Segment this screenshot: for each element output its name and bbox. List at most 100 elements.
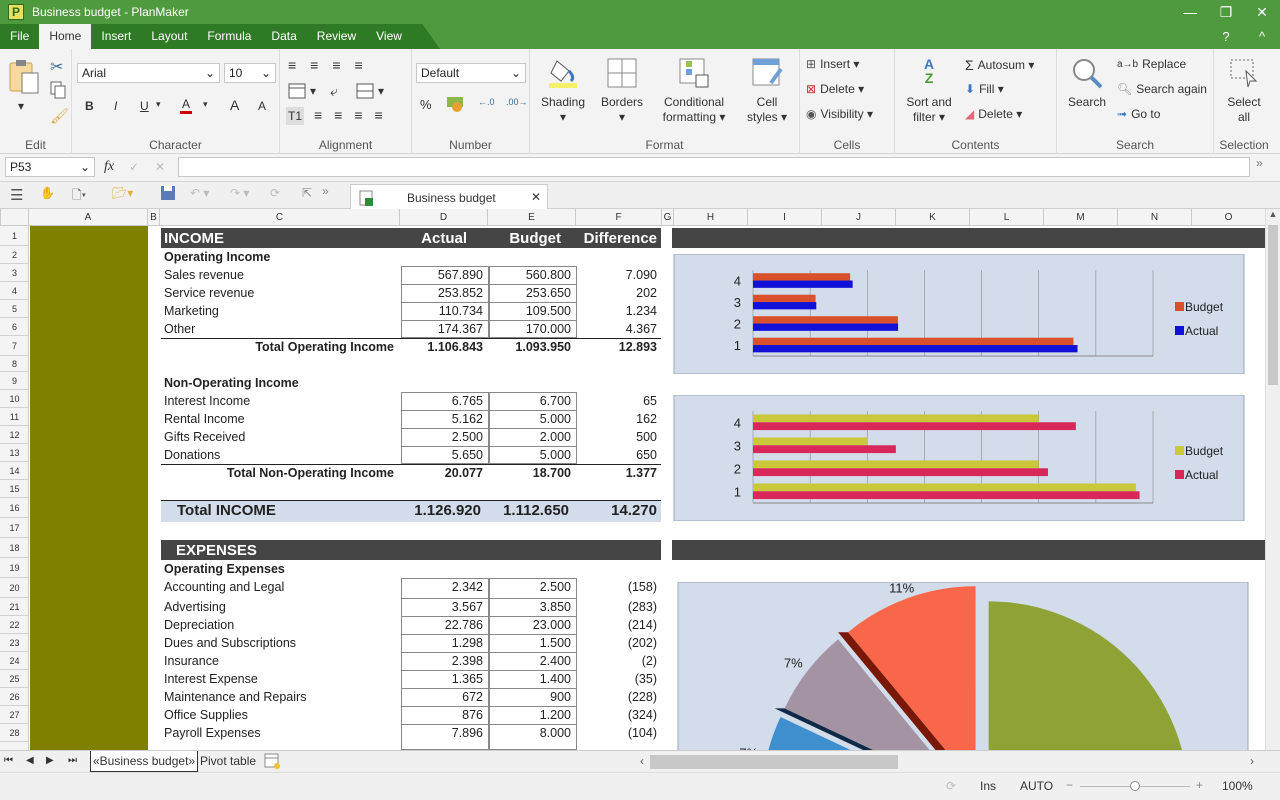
- select-all-corner[interactable]: [0, 209, 29, 226]
- row-header[interactable]: 27: [0, 706, 29, 724]
- actual-value[interactable]: 1.365: [401, 670, 483, 688]
- row-label[interactable]: Marketing: [164, 302, 219, 320]
- paste-button[interactable]: [8, 59, 40, 95]
- total-diff[interactable]: 12.893: [577, 338, 657, 356]
- non-operating-bar-chart[interactable]: 1 2 3 4 Budget Actual: [673, 395, 1245, 521]
- format-painter-icon[interactable]: 🖌: [50, 107, 69, 125]
- total-actual[interactable]: 20.077: [401, 464, 483, 482]
- menu-layout[interactable]: Layout: [141, 24, 197, 49]
- difference-value[interactable]: 500: [577, 428, 657, 446]
- actual-value[interactable]: 5.162: [401, 410, 483, 428]
- menu-formula[interactable]: Formula: [197, 24, 261, 49]
- font-size-select[interactable]: 10 ⌄: [224, 63, 276, 83]
- zoom-in-button[interactable]: +: [1196, 778, 1203, 792]
- last-sheet-icon[interactable]: ⏭: [68, 755, 77, 766]
- row-header[interactable]: 21: [0, 598, 29, 616]
- budget-value[interactable]: 1.400: [489, 670, 571, 688]
- budget-value[interactable]: 2.400: [489, 652, 571, 670]
- row-header[interactable]: 26: [0, 688, 29, 706]
- close-tab-icon[interactable]: ✕: [531, 190, 541, 204]
- actual-value[interactable]: 567.890: [401, 266, 483, 284]
- close-button[interactable]: ✕: [1244, 0, 1280, 24]
- row-header[interactable]: 16: [0, 498, 29, 518]
- decrease-decimal-icon[interactable]: .00→: [506, 97, 528, 107]
- row-label[interactable]: Rental Income: [164, 410, 245, 428]
- cell-format-icon[interactable]: ▾: [288, 83, 316, 99]
- row-header[interactable]: 24: [0, 652, 29, 670]
- calc-mode[interactable]: AUTO: [1020, 779, 1053, 793]
- total-income-diff[interactable]: 14.270: [577, 502, 657, 520]
- row-label[interactable]: Dues and Subscriptions: [164, 634, 296, 652]
- scroll-left-icon[interactable]: ‹: [640, 754, 644, 768]
- currency-icon[interactable]: [446, 95, 464, 113]
- row-header[interactable]: 23: [0, 634, 29, 652]
- difference-value[interactable]: 1.234: [577, 302, 657, 320]
- document-tab[interactable]: Business budget ✕: [350, 184, 548, 209]
- difference-value[interactable]: (214): [577, 616, 657, 634]
- row-label[interactable]: Interest Income: [164, 392, 250, 410]
- font-color-button[interactable]: A: [180, 97, 193, 114]
- increase-decimal-icon[interactable]: ←.0: [478, 97, 495, 107]
- row-label[interactable]: Donations: [164, 446, 220, 464]
- confirm-icon[interactable]: ✓: [129, 160, 139, 174]
- budget-value[interactable]: 109.500: [489, 302, 571, 320]
- number-format-select[interactable]: Default ⌄: [416, 63, 526, 83]
- row-label[interactable]: Depreciation: [164, 616, 234, 634]
- zoom-slider-knob[interactable]: [1130, 781, 1140, 791]
- column-header-e[interactable]: E: [488, 209, 576, 226]
- row-header[interactable]: 13: [0, 444, 29, 462]
- row-label[interactable]: Accounting and Legal: [164, 578, 284, 596]
- row-header[interactable]: 20: [0, 578, 29, 598]
- difference-value[interactable]: (35): [577, 670, 657, 688]
- column-header-m[interactable]: M: [1044, 209, 1118, 226]
- sheet-tab-pivot-table[interactable]: Pivot table: [200, 754, 256, 768]
- row-label[interactable]: Gifts Received: [164, 428, 245, 446]
- row-label[interactable]: Office Supplies: [164, 706, 248, 724]
- difference-value[interactable]: 7.090: [577, 266, 657, 284]
- font-color-dropdown[interactable]: ▾: [203, 99, 208, 110]
- borders-button[interactable]: Borders ▾: [598, 57, 646, 125]
- menu-home[interactable]: Home: [39, 24, 92, 49]
- row-header[interactable]: 19: [0, 558, 29, 578]
- total-income-actual[interactable]: 1.126.920: [401, 502, 481, 520]
- column-header-h[interactable]: H: [674, 209, 748, 226]
- difference-value[interactable]: 65: [577, 392, 657, 410]
- menu-file[interactable]: File: [0, 24, 39, 49]
- scroll-up-icon[interactable]: ▲: [1266, 209, 1280, 223]
- grow-font-button[interactable]: A: [230, 97, 239, 113]
- undo-icon[interactable]: ↶ ▾: [190, 186, 209, 200]
- minimize-button[interactable]: —: [1172, 0, 1208, 24]
- restore-button[interactable]: ❐: [1208, 0, 1244, 24]
- budget-value[interactable]: 253.650: [489, 284, 571, 302]
- budget-value[interactable]: 900: [489, 688, 571, 706]
- budget-value[interactable]: 1.500: [489, 634, 571, 652]
- row-header[interactable]: 11: [0, 408, 29, 426]
- difference-value[interactable]: 4.367: [577, 320, 657, 338]
- row-header[interactable]: 7: [0, 336, 29, 356]
- row-header[interactable]: 12: [0, 426, 29, 444]
- difference-value[interactable]: (324): [577, 706, 657, 724]
- zoom-out-button[interactable]: −: [1066, 778, 1073, 792]
- insert-cells-button[interactable]: ⊞ Insert ▾: [806, 57, 859, 71]
- next-sheet-icon[interactable]: ▶: [46, 755, 54, 766]
- cut-icon[interactable]: ✂: [50, 57, 63, 77]
- formula-input[interactable]: [178, 157, 1250, 177]
- row-header[interactable]: 25: [0, 670, 29, 688]
- total-diff[interactable]: 1.377: [577, 464, 657, 482]
- more-icon[interactable]: »: [322, 184, 329, 198]
- column-header-i[interactable]: I: [748, 209, 822, 226]
- column-header-a[interactable]: A: [29, 209, 148, 226]
- total-income-budget[interactable]: 1.112.650: [489, 502, 569, 520]
- cancel-icon[interactable]: ✕: [155, 160, 165, 174]
- total-label[interactable]: Total Operating Income: [164, 338, 394, 356]
- difference-value[interactable]: 202: [577, 284, 657, 302]
- row-label[interactable]: Service revenue: [164, 284, 254, 302]
- repeat-icon[interactable]: ⟳: [270, 186, 280, 200]
- budget-value[interactable]: 560.800: [489, 266, 571, 284]
- bold-button[interactable]: B: [85, 99, 94, 113]
- row-header[interactable]: 2: [0, 246, 29, 264]
- sheet-grid[interactable]: Business budget INCOME Actual Budget Dif…: [29, 226, 1265, 750]
- row-header[interactable]: 8: [0, 356, 29, 372]
- column-header-k[interactable]: K: [896, 209, 970, 226]
- scroll-right-icon[interactable]: ›: [1250, 754, 1254, 768]
